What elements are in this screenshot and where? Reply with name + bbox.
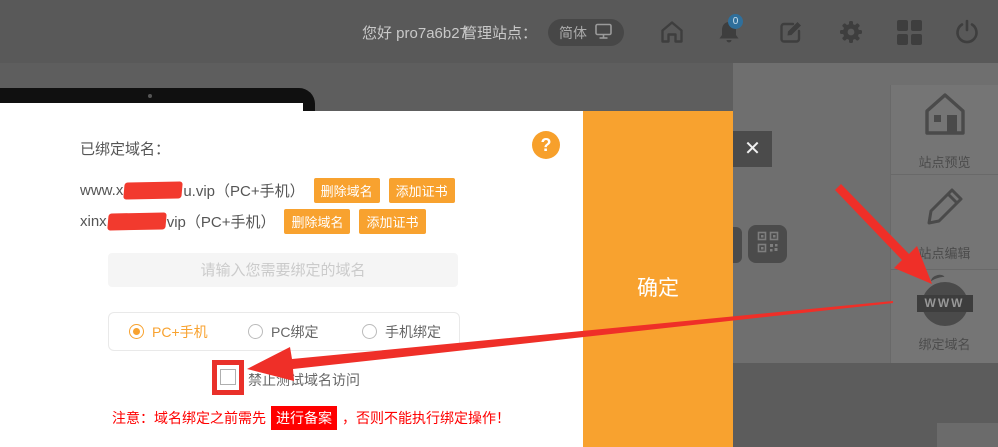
- note-text-after: ，否则不能执行绑定操作！: [342, 408, 510, 428]
- add-certificate-button[interactable]: 添加证书: [389, 178, 455, 203]
- redaction-scribble: [124, 181, 184, 199]
- confirm-button-label: 确定: [583, 272, 733, 302]
- qr-code-button[interactable]: [748, 225, 787, 263]
- user-greeting: 您好 pro7a6b27: [362, 22, 468, 43]
- help-icon[interactable]: ?: [532, 131, 560, 159]
- icp-filing-link[interactable]: 进行备案: [271, 406, 337, 430]
- www-band: WWW: [917, 295, 973, 312]
- bind-type-radio-group: PC+手机 PC绑定 手机绑定: [108, 312, 460, 351]
- edit-icon[interactable]: [777, 18, 805, 46]
- home-icon[interactable]: [658, 18, 686, 46]
- apps-grid-icon[interactable]: [895, 18, 923, 46]
- language-button[interactable]: 简体: [548, 19, 624, 46]
- domain-text-suffix: u.vip（PC+手机）: [183, 180, 304, 201]
- confirm-button[interactable]: 确定: [583, 111, 733, 447]
- sidebar-item-site-preview[interactable]: 站点预览: [891, 85, 998, 175]
- laptop-camera-dot: [148, 94, 152, 98]
- bound-domains-label: 已绑定域名：: [80, 138, 170, 159]
- note-line: 注意：域名绑定之前需先 进行备案 ，否则不能执行绑定操作！: [112, 406, 510, 430]
- sidebar: 站点预览 站点编辑 WWW 绑定域名: [890, 85, 998, 363]
- radio-label: PC+手机: [152, 322, 208, 342]
- radio-selected-icon: [129, 324, 144, 339]
- site-preview-home-icon: [919, 89, 971, 144]
- sidebar-item-label: 站点编辑: [918, 243, 970, 262]
- background-corner-patch: [937, 423, 998, 447]
- radio-unselected-icon: [362, 324, 377, 339]
- close-icon[interactable]: ✕: [733, 131, 772, 167]
- delete-domain-button[interactable]: 删除域名: [314, 178, 380, 203]
- radio-pc-bind[interactable]: PC绑定: [248, 313, 318, 350]
- note-text-before: 注意：域名绑定之前需先: [112, 408, 266, 428]
- sidebar-item-bind-domain[interactable]: WWW 绑定域名: [891, 270, 998, 362]
- sidebar-item-label: 站点预览: [918, 152, 970, 171]
- notification-badge: 0: [728, 14, 743, 29]
- domain-input[interactable]: [108, 253, 458, 287]
- sidebar-item-site-edit[interactable]: 站点编辑: [891, 175, 998, 270]
- redaction-scribble: [107, 212, 167, 230]
- page: 您好 pro7a6b27 管理站点： 简体 0: [0, 0, 998, 447]
- radio-unselected-icon: [248, 324, 263, 339]
- www-globe-icon: WWW: [917, 280, 973, 326]
- delete-domain-button[interactable]: 删除域名: [284, 209, 350, 234]
- radio-mobile-bind[interactable]: 手机绑定: [362, 313, 441, 350]
- radio-label: PC绑定: [271, 322, 318, 342]
- manage-site-label: 管理站点：: [462, 22, 537, 43]
- radio-label: 手机绑定: [385, 322, 441, 342]
- site-edit-pencil-icon: [921, 182, 969, 235]
- language-label: 简体: [559, 23, 587, 43]
- red-highlight-box: [212, 360, 244, 395]
- topbar: 您好 pro7a6b27 管理站点： 简体 0: [0, 0, 998, 63]
- domain-text-prefix: www.x: [80, 182, 123, 199]
- gear-icon[interactable]: [837, 18, 865, 46]
- domain-row: www.x u.vip（PC+手机） 删除域名 添加证书: [80, 179, 455, 202]
- hidden-button-sliver: [733, 227, 742, 263]
- domain-row: xinx vip（PC+手机） 删除域名 添加证书: [80, 210, 426, 233]
- sidebar-item-label: 绑定域名: [918, 334, 970, 353]
- radio-pc-and-mobile[interactable]: PC+手机: [129, 313, 208, 350]
- monitor-icon: [594, 23, 613, 43]
- domain-text-suffix: vip（PC+手机）: [167, 211, 276, 232]
- add-certificate-button[interactable]: 添加证书: [359, 209, 425, 234]
- bind-domain-dialog: 已绑定域名： www.x u.vip（PC+手机） 删除域名 添加证书 xinx v…: [0, 111, 583, 447]
- power-icon[interactable]: [953, 18, 981, 46]
- qr-code-icon: [757, 231, 779, 258]
- forbid-test-domain-label: 禁止测试域名访问: [248, 370, 360, 390]
- domain-text-prefix: xinx: [80, 213, 107, 230]
